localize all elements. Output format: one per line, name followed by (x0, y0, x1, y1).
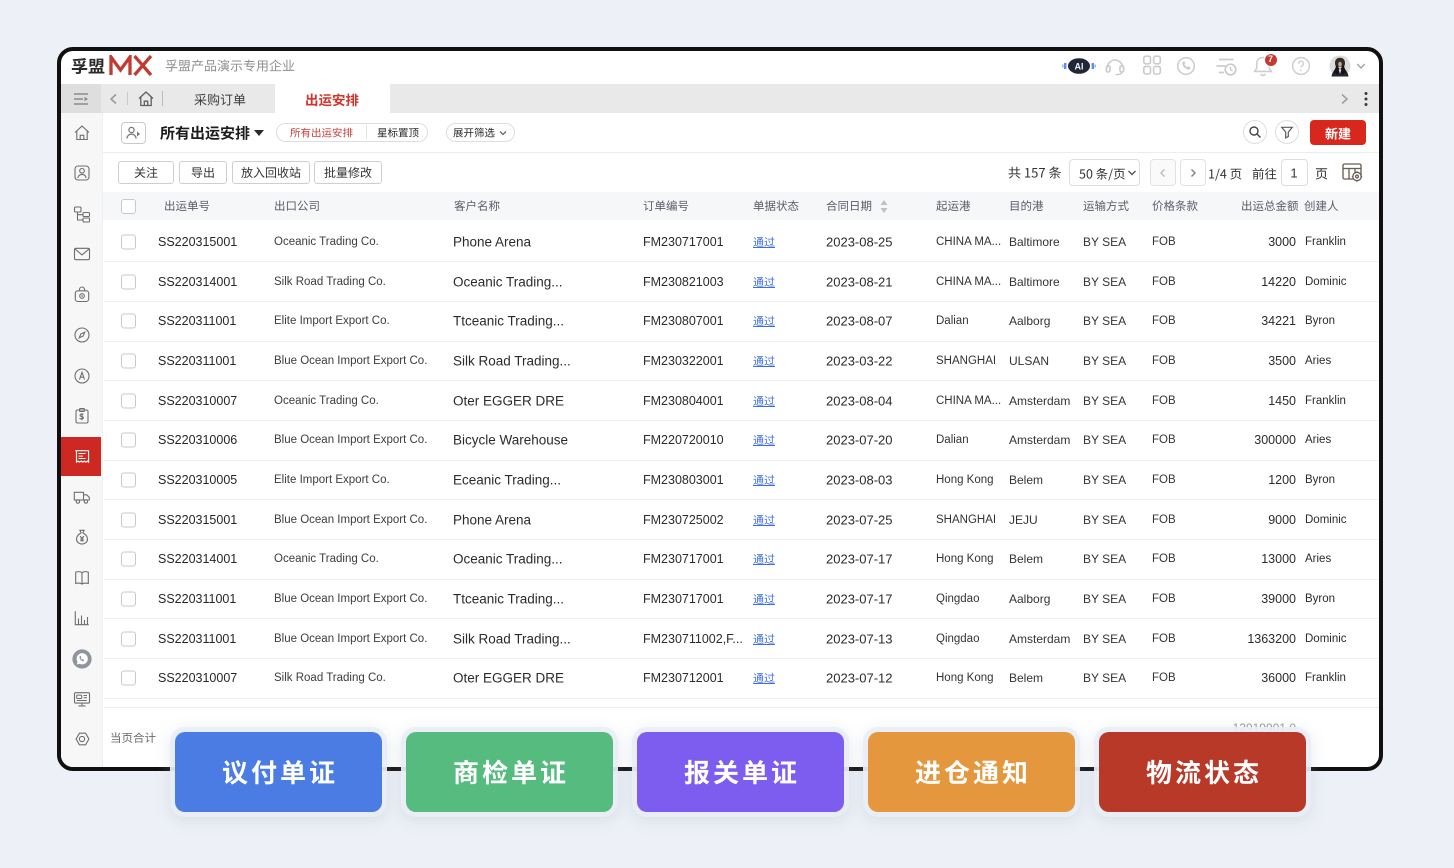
svg-text:AI: AI (1075, 62, 1084, 72)
